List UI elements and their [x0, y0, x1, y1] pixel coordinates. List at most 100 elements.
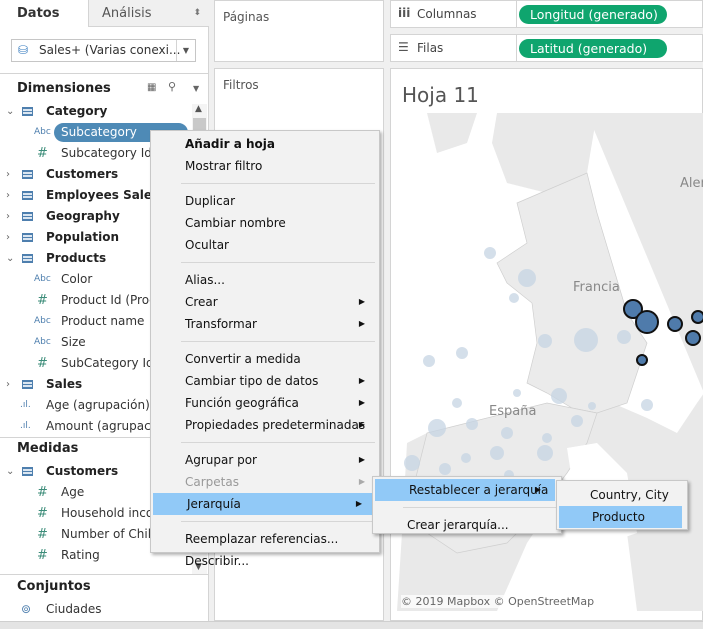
map-mark-faded[interactable]: [456, 347, 468, 359]
columns-shelf[interactable]: iii Columnas Longitud (generado): [390, 0, 703, 28]
columns-icon: iii: [398, 6, 411, 20]
map-mark-faded[interactable]: [452, 398, 462, 408]
sheet-tabs-bar[interactable]: [0, 621, 703, 629]
menu-item-label: Describir...: [185, 554, 249, 568]
field-label: Rating: [61, 548, 100, 562]
menu-item-describir[interactable]: Describir...: [151, 550, 379, 572]
menu-item-duplicar[interactable]: Duplicar: [151, 190, 379, 212]
field-label: Subcategory Id: [61, 146, 152, 160]
menu-item-label: Función geográfica: [185, 396, 299, 410]
chevron-right-icon[interactable]: ›: [6, 164, 10, 185]
map-mark-faded[interactable]: [538, 334, 552, 348]
map-mark-faded[interactable]: [484, 247, 496, 259]
menu-dropdown-icon[interactable]: ▼: [193, 84, 199, 93]
menu-item-label: Cambiar nombre: [185, 216, 286, 230]
menu-item-cambiar-tipo-de-datos[interactable]: Cambiar tipo de datos ▶: [151, 370, 379, 392]
bin-icon: .ıl.: [20, 421, 31, 431]
map-mark-faded[interactable]: [518, 269, 536, 287]
chevron-down-icon[interactable]: ⌄: [6, 461, 14, 482]
menu-item-country-city[interactable]: Country, City: [557, 484, 687, 506]
menu-item-anadir-a-hoja[interactable]: Añadir a hoja: [151, 133, 379, 155]
chevron-down-icon[interactable]: ⌄: [6, 248, 14, 269]
map-mark-faded[interactable]: [537, 445, 553, 461]
chevron-right-icon[interactable]: ›: [6, 206, 10, 227]
menu-item-mostrar-filtro[interactable]: Mostrar filtro: [151, 155, 379, 177]
map-mark-faded[interactable]: [439, 463, 451, 475]
menu-item-label: Mostrar filtro: [185, 159, 263, 173]
number-type-icon: #: [37, 506, 48, 521]
chevron-down-icon[interactable]: ⌄: [6, 101, 14, 122]
map-mark[interactable]: [691, 310, 703, 324]
map-mark-faded[interactable]: [490, 446, 504, 460]
map-mark[interactable]: [635, 310, 659, 334]
menu-item-crear-jerarquia[interactable]: Crear jerarquía...: [373, 514, 561, 536]
map-attribution[interactable]: © 2019 Mapbox © OpenStreetMap: [401, 595, 595, 608]
map-mark[interactable]: [685, 330, 701, 346]
chevron-right-icon[interactable]: ›: [6, 227, 10, 248]
map-mark-faded[interactable]: [588, 402, 596, 410]
menu-item-restablecer-a-jerarquia[interactable]: Restablecer a jerarquía ▶: [375, 479, 555, 501]
map-mark-faded[interactable]: [501, 427, 513, 439]
scroll-up-icon[interactable]: ▲: [195, 104, 202, 114]
menu-item-label: Propiedades predeterminadas: [185, 418, 366, 432]
pages-label: Páginas: [223, 10, 270, 24]
menu-item-transformar[interactable]: Transformar ▶: [151, 313, 379, 335]
pages-card[interactable]: Páginas: [214, 0, 384, 62]
map-mark-faded[interactable]: [423, 355, 435, 367]
latitude-pill[interactable]: Latitud (generado): [519, 39, 667, 58]
menu-item-label: Carpetas: [185, 475, 239, 489]
menu-item-ocultar[interactable]: Ocultar: [151, 234, 379, 256]
map-mark-faded[interactable]: [428, 419, 446, 437]
menu-item-jerarquia[interactable]: Jerarquía ▶: [153, 493, 376, 515]
submenu-arrow-icon: ▶: [358, 376, 365, 385]
datasource-label: Sales+ (Varias conexi...: [39, 43, 181, 57]
chevron-right-icon[interactable]: ›: [6, 374, 10, 395]
map-mark-faded[interactable]: [509, 293, 519, 303]
field-label: Customers: [46, 167, 119, 181]
map-mark-faded[interactable]: [574, 328, 598, 352]
map-mark[interactable]: [667, 316, 683, 332]
grid-view-icon[interactable]: ▦: [147, 82, 156, 93]
datasource-dropdown[interactable]: ⛁ Sales+ (Varias conexi... ▼: [11, 39, 196, 62]
map-mark-faded[interactable]: [461, 453, 471, 463]
chevron-down-icon[interactable]: ▼: [176, 40, 195, 61]
map-mark-faded[interactable]: [466, 418, 478, 430]
map-mark-faded[interactable]: [542, 433, 552, 443]
sort-icon: ⬍: [193, 8, 201, 18]
field-category[interactable]: ⌄ Category: [0, 101, 190, 122]
menu-item-label: Convertir a medida: [185, 352, 301, 366]
map-label-spain: España: [489, 404, 536, 419]
map-mark-faded[interactable]: [513, 389, 521, 397]
set-item-ciudades[interactable]: ⊚ Ciudades: [0, 599, 190, 620]
menu-item-crear[interactable]: Crear ▶: [151, 291, 379, 313]
tab-datos[interactable]: Datos: [0, 0, 88, 27]
rows-shelf[interactable]: ☰ Filas Latitud (generado): [390, 34, 703, 62]
map-mark-faded[interactable]: [404, 455, 420, 471]
search-icon[interactable]: ⚲: [168, 80, 176, 93]
field-label: Products: [46, 251, 107, 265]
number-type-icon: #: [37, 485, 48, 500]
menu-item-convertir-a-medida[interactable]: Convertir a medida: [151, 348, 379, 370]
map-mark-faded[interactable]: [551, 388, 567, 404]
menu-separator: [181, 442, 375, 443]
menu-item-alias[interactable]: Alias...: [151, 269, 379, 291]
map-mark[interactable]: [636, 354, 648, 366]
menu-item-cambiar-nombre[interactable]: Cambiar nombre: [151, 212, 379, 234]
menu-item-carpetas[interactable]: Carpetas ▶: [151, 471, 379, 493]
longitude-pill[interactable]: Longitud (generado): [519, 5, 667, 24]
rows-label: Filas: [417, 41, 444, 55]
tab-analisis[interactable]: Análisis ⬍: [88, 0, 209, 27]
menu-item-label: Agrupar por: [185, 453, 257, 467]
map-mark-faded[interactable]: [617, 330, 631, 344]
menu-item-propiedades-predeterminadas[interactable]: Propiedades predeterminadas ▶: [151, 414, 379, 436]
menu-item-agrupar-por[interactable]: Agrupar por ▶: [151, 449, 379, 471]
menu-item-reemplazar-referencias[interactable]: Reemplazar referencias...: [151, 528, 379, 550]
map-mark-faded[interactable]: [641, 399, 653, 411]
chevron-right-icon[interactable]: ›: [6, 185, 10, 206]
string-type-icon: Abc: [34, 127, 51, 137]
map[interactable]: Alem Francia España: [397, 113, 703, 611]
string-type-icon: Abc: [34, 316, 51, 326]
menu-item-funcion-geografica[interactable]: Función geográfica ▶: [151, 392, 379, 414]
menu-item-producto[interactable]: Producto: [559, 506, 682, 528]
map-mark-faded[interactable]: [571, 415, 583, 427]
